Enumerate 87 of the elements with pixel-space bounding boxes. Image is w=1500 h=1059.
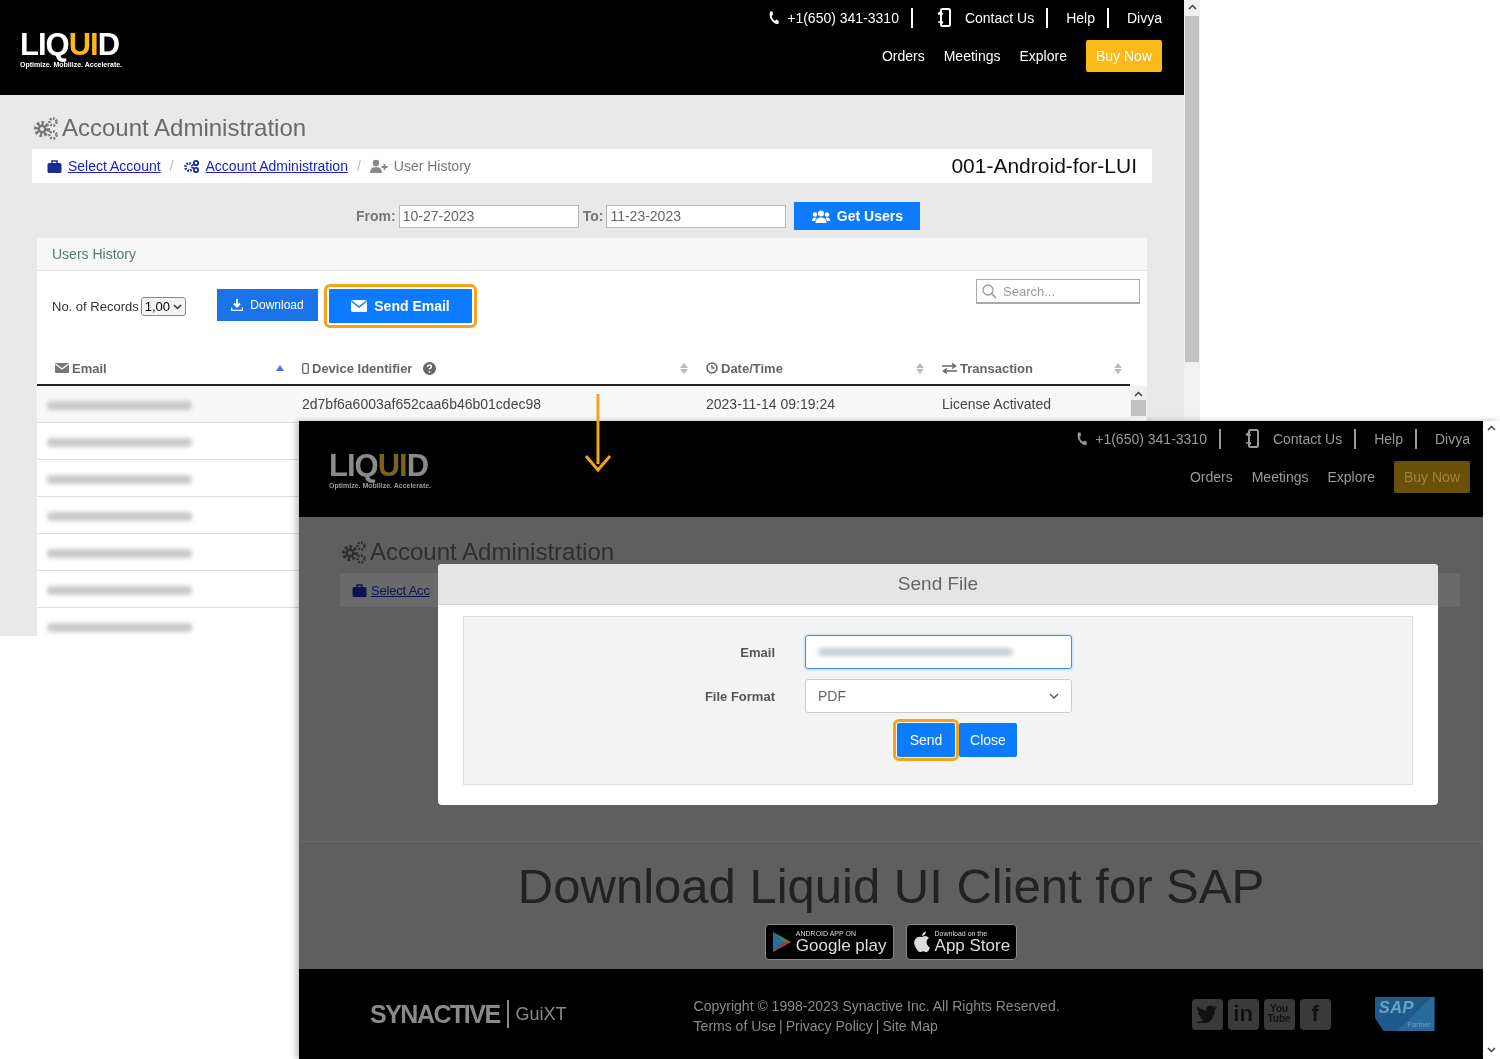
- account-name: 001-Android-for-LUI: [951, 154, 1137, 178]
- file-format-dropdown[interactable]: PDF: [805, 679, 1072, 713]
- gears-icon: [340, 540, 368, 564]
- download-icon: [231, 299, 244, 311]
- scroll-up-icon: [1134, 391, 1143, 397]
- records-label: No. of Records: [52, 299, 139, 314]
- briefcase-icon: [47, 159, 62, 173]
- exchange-icon: [942, 362, 957, 374]
- clock-icon: [706, 362, 718, 374]
- panel-title: Users History: [52, 246, 136, 262]
- breadcrumb-separator: /: [356, 158, 361, 174]
- scroll-up-icon: [1187, 4, 1197, 10]
- nav-link[interactable]: Orders: [1189, 469, 1233, 485]
- email-field[interactable]: [805, 635, 1072, 669]
- table-scrollbar[interactable]: [1130, 386, 1147, 418]
- phone-icon: [1076, 432, 1088, 446]
- play-icon: [771, 931, 792, 953]
- link-separator: |: [875, 1017, 880, 1036]
- column-header[interactable]: Transaction: [942, 352, 1130, 384]
- field-label: File Format: [703, 688, 775, 704]
- breadcrumb-link[interactable]: Account Administration: [205, 158, 348, 174]
- users-icon: [811, 209, 830, 223]
- envelope-icon: [351, 300, 368, 312]
- column-header[interactable]: Date/Time: [706, 352, 942, 384]
- scrollbar-thumb[interactable]: [1131, 400, 1146, 416]
- caret-icon: [1049, 693, 1059, 699]
- copyright-text: Copyright © 1998-2023 Synactive Inc. All Rights Reserved.: [693, 997, 1060, 1016]
- scrollbar-thumb[interactable]: [1185, 16, 1199, 362]
- to-date-field[interactable]: 11-23-2023: [606, 204, 787, 228]
- page-scrollbar[interactable]: [1184, 0, 1200, 421]
- breadcrumb-link[interactable]: Select Acc: [371, 582, 430, 598]
- to-label: To:: [582, 208, 604, 224]
- briefcase-icon: [352, 583, 367, 597]
- footer-link[interactable]: Terms of Use: [693, 1016, 777, 1036]
- user-plus-icon: [369, 159, 388, 173]
- scroll-up-icon: [1487, 425, 1496, 431]
- field-label: Email: [739, 644, 775, 660]
- from-label: From:: [356, 208, 396, 224]
- top-link[interactable]: Divya: [1435, 431, 1470, 447]
- phone-number: +1(650) 341-3310: [787, 10, 899, 26]
- breadcrumb-link[interactable]: Select Account: [68, 158, 161, 174]
- column-header[interactable]: Device Identifier: [302, 352, 706, 384]
- caret-icon: [173, 303, 182, 310]
- top-link[interactable]: Divya: [1127, 10, 1162, 26]
- mobile-device-icon: [936, 8, 953, 28]
- page-scrollbar[interactable]: [1483, 421, 1500, 1059]
- phone-number: +1(650) 341-3310: [1095, 431, 1207, 447]
- nav-link[interactable]: Meetings: [943, 48, 1001, 64]
- records-dropdown[interactable]: 1,00: [140, 297, 186, 316]
- table-cell: License Activated: [942, 396, 1051, 412]
- link-separator: |: [779, 1017, 783, 1036]
- gears-icon: [32, 116, 60, 140]
- from-date-field[interactable]: 10-27-2023: [398, 204, 579, 228]
- logo-wordmark[interactable]: LIQUID: [20, 29, 123, 60]
- footer-link[interactable]: Privacy Policy: [785, 1016, 873, 1036]
- dialog-title: Send File: [897, 573, 979, 595]
- search-icon: [982, 283, 997, 299]
- scroll-down-icon: [1487, 1047, 1496, 1053]
- nav-link[interactable]: Explore: [1327, 469, 1375, 485]
- footer-link[interactable]: Site Map: [882, 1016, 938, 1036]
- envelope-icon: [55, 363, 69, 373]
- close-button[interactable]: Close: [959, 723, 1017, 757]
- download-button[interactable]: Download: [217, 289, 318, 321]
- page-title: Account Administration: [62, 114, 307, 142]
- bird-icon[interactable]: [1191, 998, 1223, 1030]
- top-link[interactable]: Contact Us: [1272, 431, 1343, 447]
- gears-icon: [182, 159, 200, 173]
- mobile-device-icon: [1244, 429, 1261, 449]
- table-cell: 2023-11-14 09:19:24: [706, 396, 835, 412]
- nav-link[interactable]: Meetings: [1251, 469, 1309, 485]
- logo-wordmark[interactable]: LIQUID: [329, 451, 432, 481]
- apple-icon: [912, 931, 931, 953]
- nav-link[interactable]: Explore: [1019, 48, 1067, 64]
- top-link[interactable]: Contact Us: [964, 10, 1035, 26]
- top-link[interactable]: Help: [1066, 10, 1095, 26]
- phone-icon: [768, 11, 780, 25]
- breadcrumb-separator: /: [169, 158, 174, 174]
- get-users-button[interactable]: Get Users: [794, 202, 921, 230]
- table-cell: 2d7bf6a6003af652caa6b46b01cdec98: [302, 396, 541, 412]
- nav-link[interactable]: Orders: [881, 48, 925, 64]
- breadcrumb-current: User History: [393, 158, 471, 174]
- download-heading: Download Liquid UI Client for SAP: [517, 858, 1265, 914]
- column-header[interactable]: Email: [37, 352, 302, 384]
- mobile-phone-icon: [302, 362, 309, 374]
- guixt-logo: GuiXT: [515, 1003, 567, 1025]
- synactive-logo: SYNACTIVE: [370, 999, 500, 1029]
- top-link[interactable]: Help: [1374, 431, 1403, 447]
